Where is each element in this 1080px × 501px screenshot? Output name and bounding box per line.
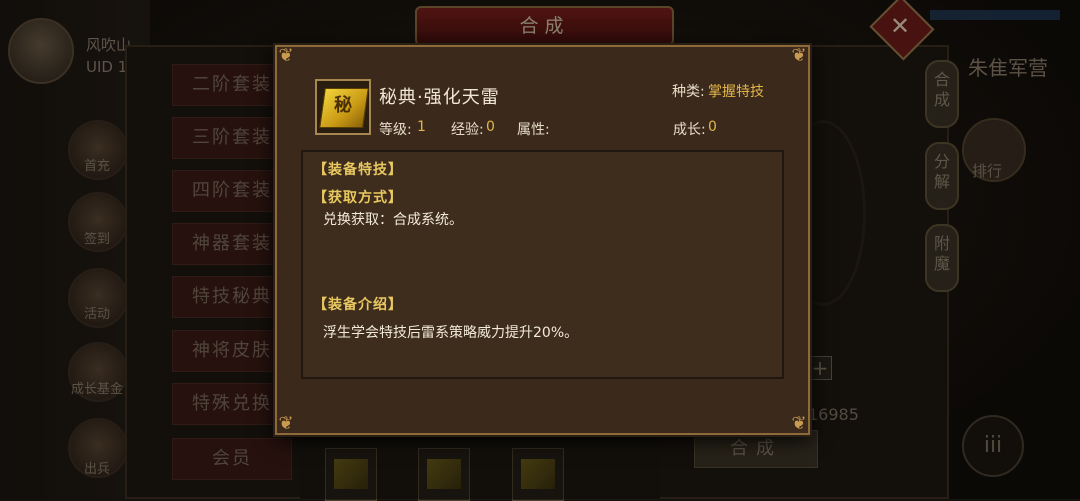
obtain-method-heading: 【获取方式】 — [313, 190, 403, 206]
equip-skill-heading: 【装备特技】 — [313, 162, 403, 178]
obtain-method-text: 兑换获取：合成系统。 — [323, 212, 463, 228]
item-intro-text: 浮生学会特技后雷系策略威力提升20%。 — [323, 325, 579, 341]
item-description-box: 【装备特技】 【获取方式】 兑换获取：合成系统。 【装备介绍】 浮生学会特技后雷… — [301, 150, 784, 379]
growth-label: 成长: — [673, 122, 706, 138]
corner-ornament-icon: ❦ — [791, 413, 807, 434]
item-icon-frame: 秘 — [315, 79, 371, 135]
level-label: 等级: — [379, 122, 412, 138]
item-name: 秘典·强化天雷 — [379, 87, 500, 108]
item-intro-heading: 【装备介绍】 — [313, 297, 403, 313]
level-value: 1 — [417, 119, 426, 135]
book-glyph: 秘 — [334, 95, 352, 116]
exp-label: 经验: — [451, 122, 484, 138]
growth-value: 0 — [708, 119, 717, 135]
corner-ornament-icon: ❦ — [278, 413, 294, 434]
item-type-label: 种类: — [672, 84, 705, 100]
attribute-label: 属性: — [517, 122, 550, 138]
corner-ornament-icon: ❦ — [278, 45, 294, 66]
item-type-value: 掌握特技 — [708, 84, 764, 100]
item-detail-dialog: ❦ ❦ ❦ ❦ 秘 秘典·强化天雷 种类: 掌握特技 等级: 1 经验: 0 属… — [275, 45, 810, 435]
corner-ornament-icon: ❦ — [791, 45, 807, 66]
exp-value: 0 — [486, 119, 495, 135]
